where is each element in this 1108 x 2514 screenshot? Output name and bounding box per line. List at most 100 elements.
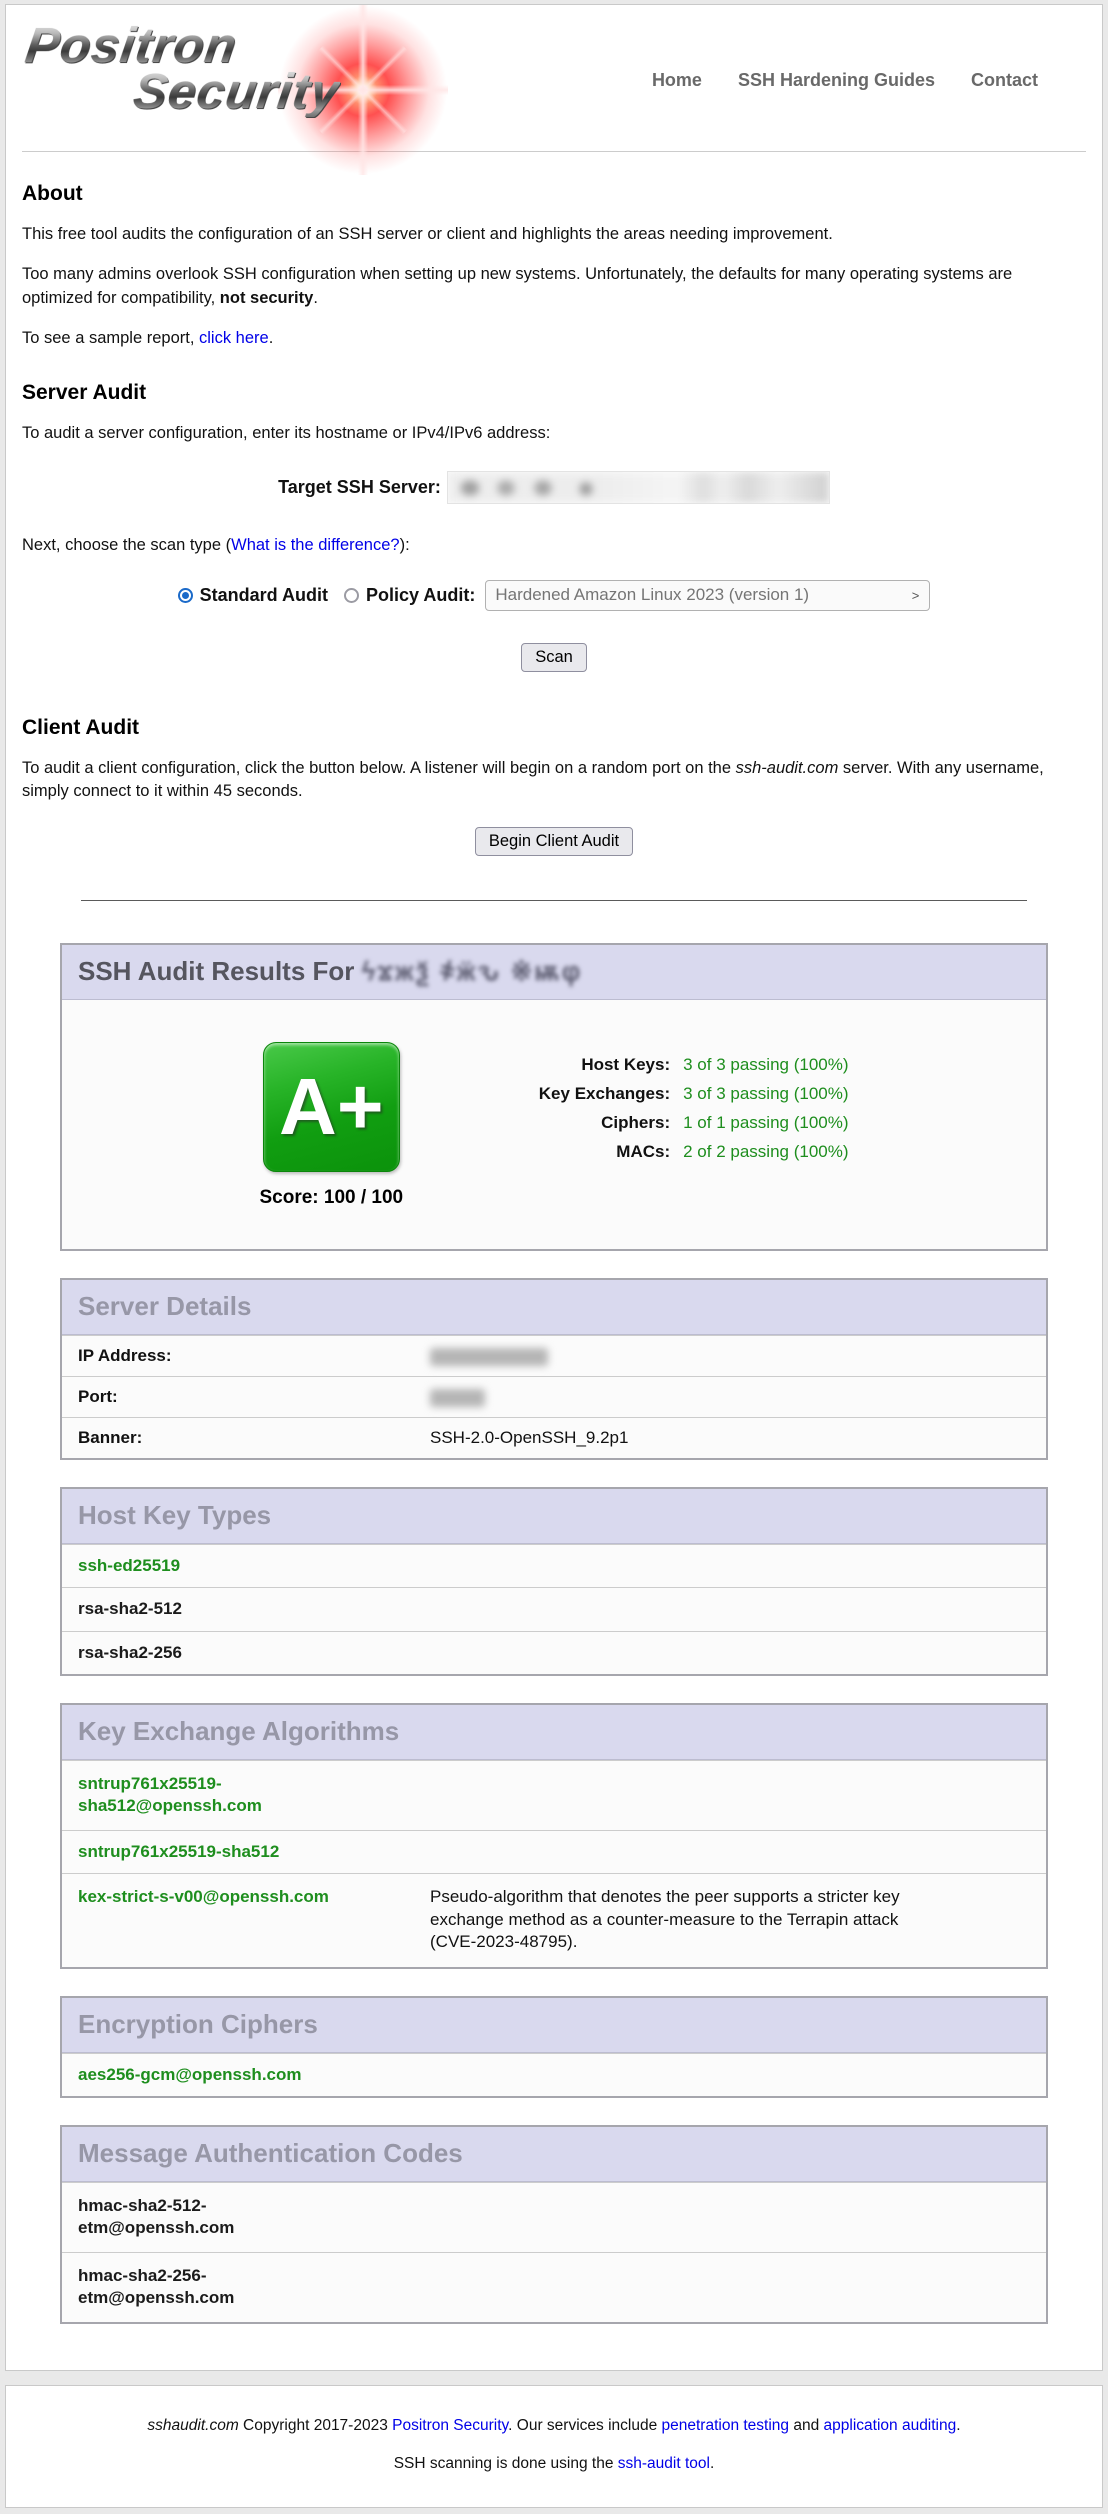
- policy-select[interactable]: Hardened Amazon Linux 2023 (version 1) ˃: [485, 580, 930, 611]
- scan-type-after: ):: [400, 536, 410, 554]
- scan-type-difference-link[interactable]: What is the difference?: [231, 536, 399, 554]
- kex-algorithm-name: sntrup761x25519-sha512@openssh.com: [78, 1773, 378, 1817]
- footer-copyright-text: Copyright 2017-2023: [239, 2417, 392, 2434]
- stat-label-ciphers: Ciphers:: [465, 1113, 670, 1133]
- key-exchange-header: Key Exchange Algorithms: [62, 1705, 1046, 1760]
- table-row: IP Address:: [62, 1335, 1046, 1376]
- grade-column: A+ Score: 100 / 100: [259, 1042, 403, 1209]
- kex-algorithm-name: kex-strict-s-v00@openssh.com: [78, 1886, 378, 1954]
- score-label: Score: 100 / 100: [259, 1187, 403, 1209]
- stat-label-macs: MACs:: [465, 1142, 670, 1162]
- client-audit-text: To audit a client configuration, click t…: [22, 759, 736, 777]
- nav-home[interactable]: Home: [652, 70, 702, 91]
- sample-report-link[interactable]: click here: [199, 329, 269, 347]
- ip-address-label: IP Address:: [78, 1346, 430, 1366]
- policy-audit-label: Policy Audit:: [366, 585, 475, 606]
- host-key-types-header: Host Key Types: [62, 1489, 1046, 1544]
- table-row: sntrup761x25519-sha512: [62, 1830, 1046, 1873]
- ssh-audit-tool-link[interactable]: ssh-audit tool: [618, 2455, 710, 2472]
- about-p3-end: .: [269, 329, 274, 347]
- logo-line2: Security: [130, 65, 343, 117]
- redacted-value-blur: [448, 472, 829, 503]
- table-row: kex-strict-s-v00@openssh.com Pseudo-algo…: [62, 1873, 1046, 1967]
- target-server-row: Target SSH Server:: [22, 471, 1086, 504]
- audit-results-section: SSH Audit Results For A+ Score: 100 / 10…: [60, 943, 1048, 2324]
- results-body: A+ Score: 100 / 100 Host Keys: 3 of 3 pa…: [62, 1000, 1046, 1249]
- client-audit-button-row: Begin Client Audit: [22, 827, 1086, 856]
- table-row: Port:: [62, 1376, 1046, 1417]
- section-divider: [81, 900, 1027, 901]
- kex-algorithm-name: sntrup761x25519-sha512: [78, 1841, 378, 1863]
- results-summary-header: SSH Audit Results For: [62, 945, 1046, 1000]
- stat-value-ciphers: 1 of 1 passing (100%): [683, 1113, 848, 1133]
- results-summary-title: SSH Audit Results For: [78, 956, 582, 986]
- results-title-prefix: SSH Audit Results For: [78, 956, 354, 986]
- scan-button[interactable]: Scan: [521, 643, 587, 672]
- nav-contact[interactable]: Contact: [971, 70, 1038, 91]
- about-paragraph-2: Too many admins overlook SSH configurati…: [22, 263, 1086, 310]
- key-exchange-panel: Key Exchange Algorithms sntrup761x25519-…: [60, 1703, 1048, 1969]
- client-audit-domain: ssh-audit.com: [736, 759, 839, 777]
- positron-security-logo[interactable]: Positron Security: [26, 19, 506, 141]
- mac-name: hmac-sha2-256-etm@openssh.com: [78, 2265, 310, 2309]
- nav-ssh-hardening-guides[interactable]: SSH Hardening Guides: [738, 70, 935, 91]
- main-nav: Home SSH Hardening Guides Contact: [652, 70, 1082, 91]
- server-audit-intro: To audit a server configuration, enter i…: [22, 422, 1086, 445]
- policy-select-value: Hardened Amazon Linux 2023 (version 1): [495, 585, 809, 605]
- about-p2-bold: not security: [220, 289, 314, 307]
- host-key-name: ssh-ed25519: [78, 1555, 180, 1577]
- about-p2-end: .: [313, 289, 318, 307]
- scan-button-row: Scan: [22, 643, 1086, 672]
- kex-algorithm-note: Pseudo-algorithm that denotes the peer s…: [378, 1886, 903, 1954]
- site-footer: sshaudit.com Copyright 2017-2023 Positro…: [5, 2385, 1103, 2508]
- about-paragraph-3: To see a sample report, click here.: [22, 327, 1086, 350]
- mac-name: hmac-sha2-512-etm@openssh.com: [78, 2195, 310, 2239]
- port-label: Port:: [78, 1387, 430, 1407]
- encryption-ciphers-panel: Encryption Ciphers aes256-gcm@openssh.co…: [60, 1996, 1048, 2098]
- banner-label: Banner:: [78, 1428, 430, 1448]
- results-summary-panel: SSH Audit Results For A+ Score: 100 / 10…: [60, 943, 1048, 1251]
- server-details-title: Server Details: [78, 1291, 251, 1321]
- macs-panel: Message Authentication Codes hmac-sha2-5…: [60, 2125, 1048, 2324]
- grade-badge: A+: [263, 1042, 400, 1172]
- encryption-ciphers-title: Encryption Ciphers: [78, 2009, 318, 2039]
- footer-l2-end: .: [710, 2455, 714, 2472]
- table-row: aes256-gcm@openssh.com: [62, 2053, 1046, 2096]
- footer-mid-text-2: and: [789, 2417, 823, 2434]
- chevron-down-icon: ˃: [912, 588, 920, 603]
- policy-audit-radio[interactable]: [344, 588, 359, 603]
- results-stats: Host Keys: 3 of 3 passing (100%) Key Exc…: [465, 1055, 848, 1162]
- penetration-testing-link[interactable]: penetration testing: [662, 2417, 790, 2434]
- application-auditing-link[interactable]: application auditing: [824, 2417, 957, 2434]
- client-audit-title: Client Audit: [22, 716, 1086, 740]
- redacted-port-blur: [430, 1389, 485, 1407]
- port-value: [430, 1387, 485, 1407]
- banner-value: SSH-2.0-OpenSSH_9.2p1: [430, 1428, 628, 1448]
- server-details-header: Server Details: [62, 1280, 1046, 1335]
- site-header: Positron Security Home SSH Hardening Gui…: [22, 5, 1086, 152]
- table-row: ssh-ed25519: [62, 1544, 1046, 1587]
- redacted-ip-blur: [430, 1348, 548, 1366]
- begin-client-audit-button[interactable]: Begin Client Audit: [475, 827, 633, 856]
- standard-audit-label: Standard Audit: [200, 585, 328, 606]
- table-row: rsa-sha2-512: [62, 1587, 1046, 1630]
- ip-address-value: [430, 1346, 548, 1366]
- encryption-ciphers-header: Encryption Ciphers: [62, 1998, 1046, 2053]
- scan-type-text: Next, choose the scan type (What is the …: [22, 534, 1086, 557]
- stat-value-macs: 2 of 2 passing (100%): [683, 1142, 848, 1162]
- footer-end-text: .: [956, 2417, 960, 2434]
- table-row: Banner: SSH-2.0-OpenSSH_9.2p1: [62, 1417, 1046, 1458]
- logo-text: Positron Security: [26, 19, 506, 117]
- footer-l2-text: SSH scanning is done using the: [394, 2455, 618, 2472]
- standard-audit-radio[interactable]: [178, 588, 193, 603]
- server-details-panel: Server Details IP Address: Port: Banner:…: [60, 1278, 1048, 1460]
- target-server-label: Target SSH Server:: [278, 477, 441, 498]
- positron-security-link[interactable]: Positron Security: [392, 2417, 508, 2434]
- about-p3-text: To see a sample report,: [22, 329, 199, 347]
- target-server-input[interactable]: [447, 471, 830, 504]
- stat-label-key-exchanges: Key Exchanges:: [465, 1084, 670, 1104]
- client-audit-paragraph: To audit a client configuration, click t…: [22, 757, 1086, 804]
- table-row: hmac-sha2-256-etm@openssh.com: [62, 2252, 1046, 2322]
- about-p2-text: Too many admins overlook SSH configurati…: [22, 265, 1012, 306]
- cipher-name: aes256-gcm@openssh.com: [78, 2064, 302, 2086]
